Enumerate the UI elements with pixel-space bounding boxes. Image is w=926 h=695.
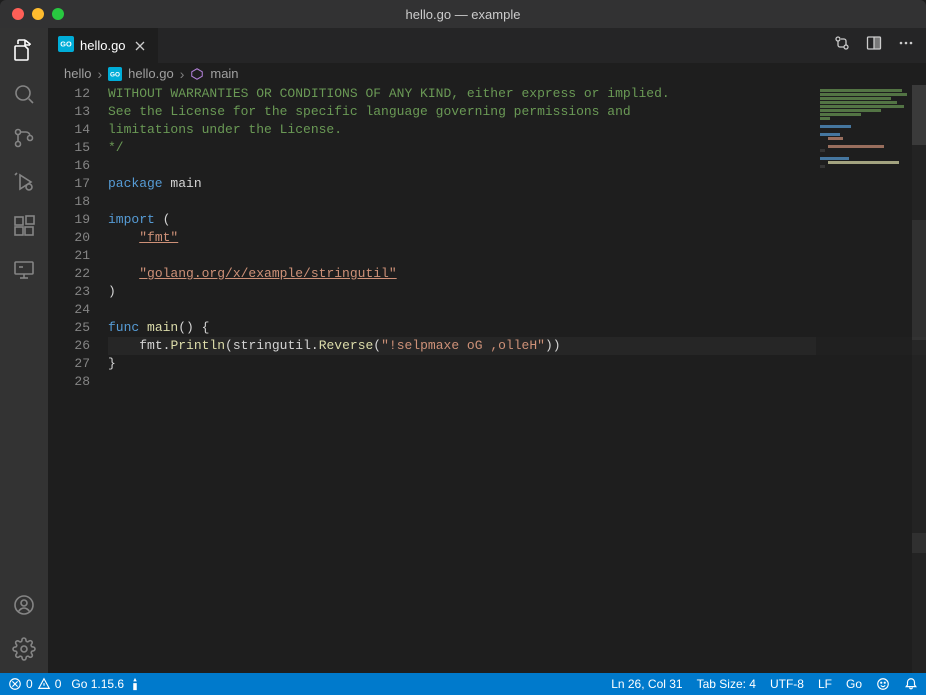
more-actions-icon[interactable] xyxy=(898,35,914,56)
status-notifications-icon[interactable] xyxy=(904,677,918,691)
code-line[interactable]: limitations under the License. xyxy=(108,121,926,139)
code-area[interactable]: WITHOUT WARRANTIES OR CONDITIONS OF ANY … xyxy=(108,85,926,673)
line-number: 28 xyxy=(48,373,90,391)
main-area: GO hello.go hello › xyxy=(0,28,926,673)
line-number: 21 xyxy=(48,247,90,265)
scrollbar-thumb[interactable] xyxy=(912,85,926,145)
line-number: 25 xyxy=(48,319,90,337)
line-number: 14 xyxy=(48,121,90,139)
debug-icon[interactable] xyxy=(12,170,36,194)
editor-actions xyxy=(834,28,926,63)
compare-changes-icon[interactable] xyxy=(834,35,850,56)
status-cursor-position[interactable]: Ln 26, Col 31 xyxy=(611,677,682,691)
window-maximize-button[interactable] xyxy=(52,8,64,20)
warning-count: 0 xyxy=(55,677,62,691)
code-line[interactable] xyxy=(108,157,926,175)
explorer-icon[interactable] xyxy=(12,38,36,62)
status-go-version[interactable]: Go 1.15.6 xyxy=(71,677,142,691)
split-editor-icon[interactable] xyxy=(866,35,882,56)
minimap[interactable] xyxy=(816,85,926,673)
chevron-right-icon: › xyxy=(180,66,185,82)
title-bar: hello.go — example xyxy=(0,0,926,28)
line-number: 18 xyxy=(48,193,90,211)
line-number: 19 xyxy=(48,211,90,229)
error-count: 0 xyxy=(26,677,33,691)
tab-close-button[interactable] xyxy=(132,38,148,54)
code-line[interactable]: fmt.Println(stringutil.Reverse("!selpmax… xyxy=(108,337,926,355)
tab-strip: GO hello.go xyxy=(48,28,926,63)
code-line[interactable]: See the License for the specific languag… xyxy=(108,103,926,121)
activity-bar xyxy=(0,28,48,673)
code-line[interactable]: "fmt" xyxy=(108,229,926,247)
go-file-icon: GO xyxy=(108,67,122,81)
line-number: 26 xyxy=(48,337,90,355)
status-language[interactable]: Go xyxy=(846,677,862,691)
code-line[interactable]: ) xyxy=(108,283,926,301)
window-close-button[interactable] xyxy=(12,8,24,20)
line-number: 13 xyxy=(48,103,90,121)
svg-text:GO: GO xyxy=(110,71,120,78)
line-number: 22 xyxy=(48,265,90,283)
line-number-gutter: 1213141516171819202122232425262728 xyxy=(48,85,108,673)
code-line[interactable] xyxy=(108,247,926,265)
search-icon[interactable] xyxy=(12,82,36,106)
extensions-icon[interactable] xyxy=(12,214,36,238)
window-minimize-button[interactable] xyxy=(32,8,44,20)
scrollbar-range-marker xyxy=(912,533,926,553)
breadcrumb-folder[interactable]: hello xyxy=(64,66,91,81)
scrollbar-range-marker xyxy=(912,220,926,340)
svg-text:GO: GO xyxy=(60,40,72,49)
settings-gear-icon[interactable] xyxy=(12,637,36,661)
code-line[interactable]: "golang.org/x/example/stringutil" xyxy=(108,265,926,283)
code-line[interactable]: */ xyxy=(108,139,926,157)
breadcrumb-file[interactable]: hello.go xyxy=(128,66,174,81)
status-tab-size[interactable]: Tab Size: 4 xyxy=(697,677,756,691)
line-number: 20 xyxy=(48,229,90,247)
minimap-scrollbar[interactable] xyxy=(912,85,926,673)
line-number: 24 xyxy=(48,301,90,319)
status-encoding[interactable]: UTF-8 xyxy=(770,677,804,691)
line-number: 17 xyxy=(48,175,90,193)
line-number: 27 xyxy=(48,355,90,373)
code-line[interactable]: } xyxy=(108,355,926,373)
go-file-icon: GO xyxy=(58,36,74,55)
status-problems[interactable]: 0 0 xyxy=(8,677,61,691)
breadcrumb-symbol[interactable]: main xyxy=(210,66,238,81)
code-line[interactable] xyxy=(108,373,926,391)
line-number: 12 xyxy=(48,85,90,103)
code-line[interactable]: func main() { xyxy=(108,319,926,337)
editor-area: GO hello.go hello › xyxy=(48,28,926,673)
traffic-lights xyxy=(12,8,64,20)
symbol-function-icon xyxy=(190,67,204,81)
code-line[interactable] xyxy=(108,193,926,211)
code-line[interactable]: WITHOUT WARRANTIES OR CONDITIONS OF ANY … xyxy=(108,85,926,103)
line-number: 23 xyxy=(48,283,90,301)
remote-explorer-icon[interactable] xyxy=(12,258,36,282)
window-title: hello.go — example xyxy=(406,7,521,22)
source-control-icon[interactable] xyxy=(12,126,36,150)
line-number: 15 xyxy=(48,139,90,157)
accounts-icon[interactable] xyxy=(12,593,36,617)
editor-content[interactable]: 1213141516171819202122232425262728 WITHO… xyxy=(48,85,926,673)
code-line[interactable] xyxy=(108,301,926,319)
tab-filename: hello.go xyxy=(80,38,126,53)
file-tab[interactable]: GO hello.go xyxy=(48,28,159,63)
status-bar: 0 0 Go 1.15.6 Ln 26, Col 31 Tab Size: 4 … xyxy=(0,673,926,695)
status-feedback-icon[interactable] xyxy=(876,677,890,691)
chevron-right-icon: › xyxy=(97,66,102,82)
status-eol[interactable]: LF xyxy=(818,677,832,691)
code-line[interactable]: import ( xyxy=(108,211,926,229)
code-line[interactable]: package main xyxy=(108,175,926,193)
breadcrumb[interactable]: hello › GO hello.go › main xyxy=(48,63,926,85)
line-number: 16 xyxy=(48,157,90,175)
